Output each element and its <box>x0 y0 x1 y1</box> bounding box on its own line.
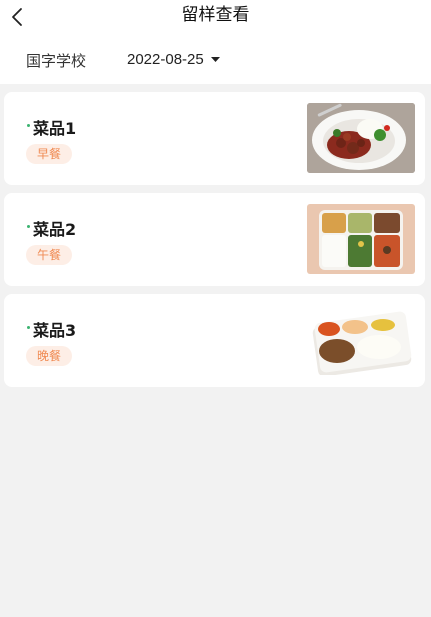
dish-photo[interactable] <box>307 103 415 173</box>
dish-photo[interactable] <box>307 305 415 375</box>
bullet-dot <box>27 326 30 329</box>
dish-name: 菜品2 <box>33 220 77 239</box>
dish-photo[interactable] <box>307 204 415 274</box>
school-name: 国字学校 <box>26 52 87 70</box>
sample-card[interactable]: 菜品1 早餐 <box>4 92 425 185</box>
bullet-dot <box>27 225 30 228</box>
bullet-dot <box>27 124 30 127</box>
meal-badge: 早餐 <box>26 144 73 164</box>
caret-down-icon <box>210 57 220 62</box>
filter-bar: 国字学校 2022-08-25 <box>0 36 431 84</box>
meal-badge: 晚餐 <box>26 346 73 366</box>
date-value: 2022-08-25 <box>127 51 204 68</box>
meal-badge: 午餐 <box>26 245 73 265</box>
page-title: 留样查看 <box>181 5 250 25</box>
sample-card[interactable]: 菜品3 晚餐 <box>4 294 425 387</box>
date-picker[interactable]: 2022-08-25 <box>127 51 220 68</box>
dish-name: 菜品1 <box>33 119 77 138</box>
sample-card[interactable]: 菜品2 午餐 <box>4 193 425 286</box>
dish-name: 菜品3 <box>33 321 77 340</box>
nav-bar: 留样查看 <box>0 0 431 36</box>
